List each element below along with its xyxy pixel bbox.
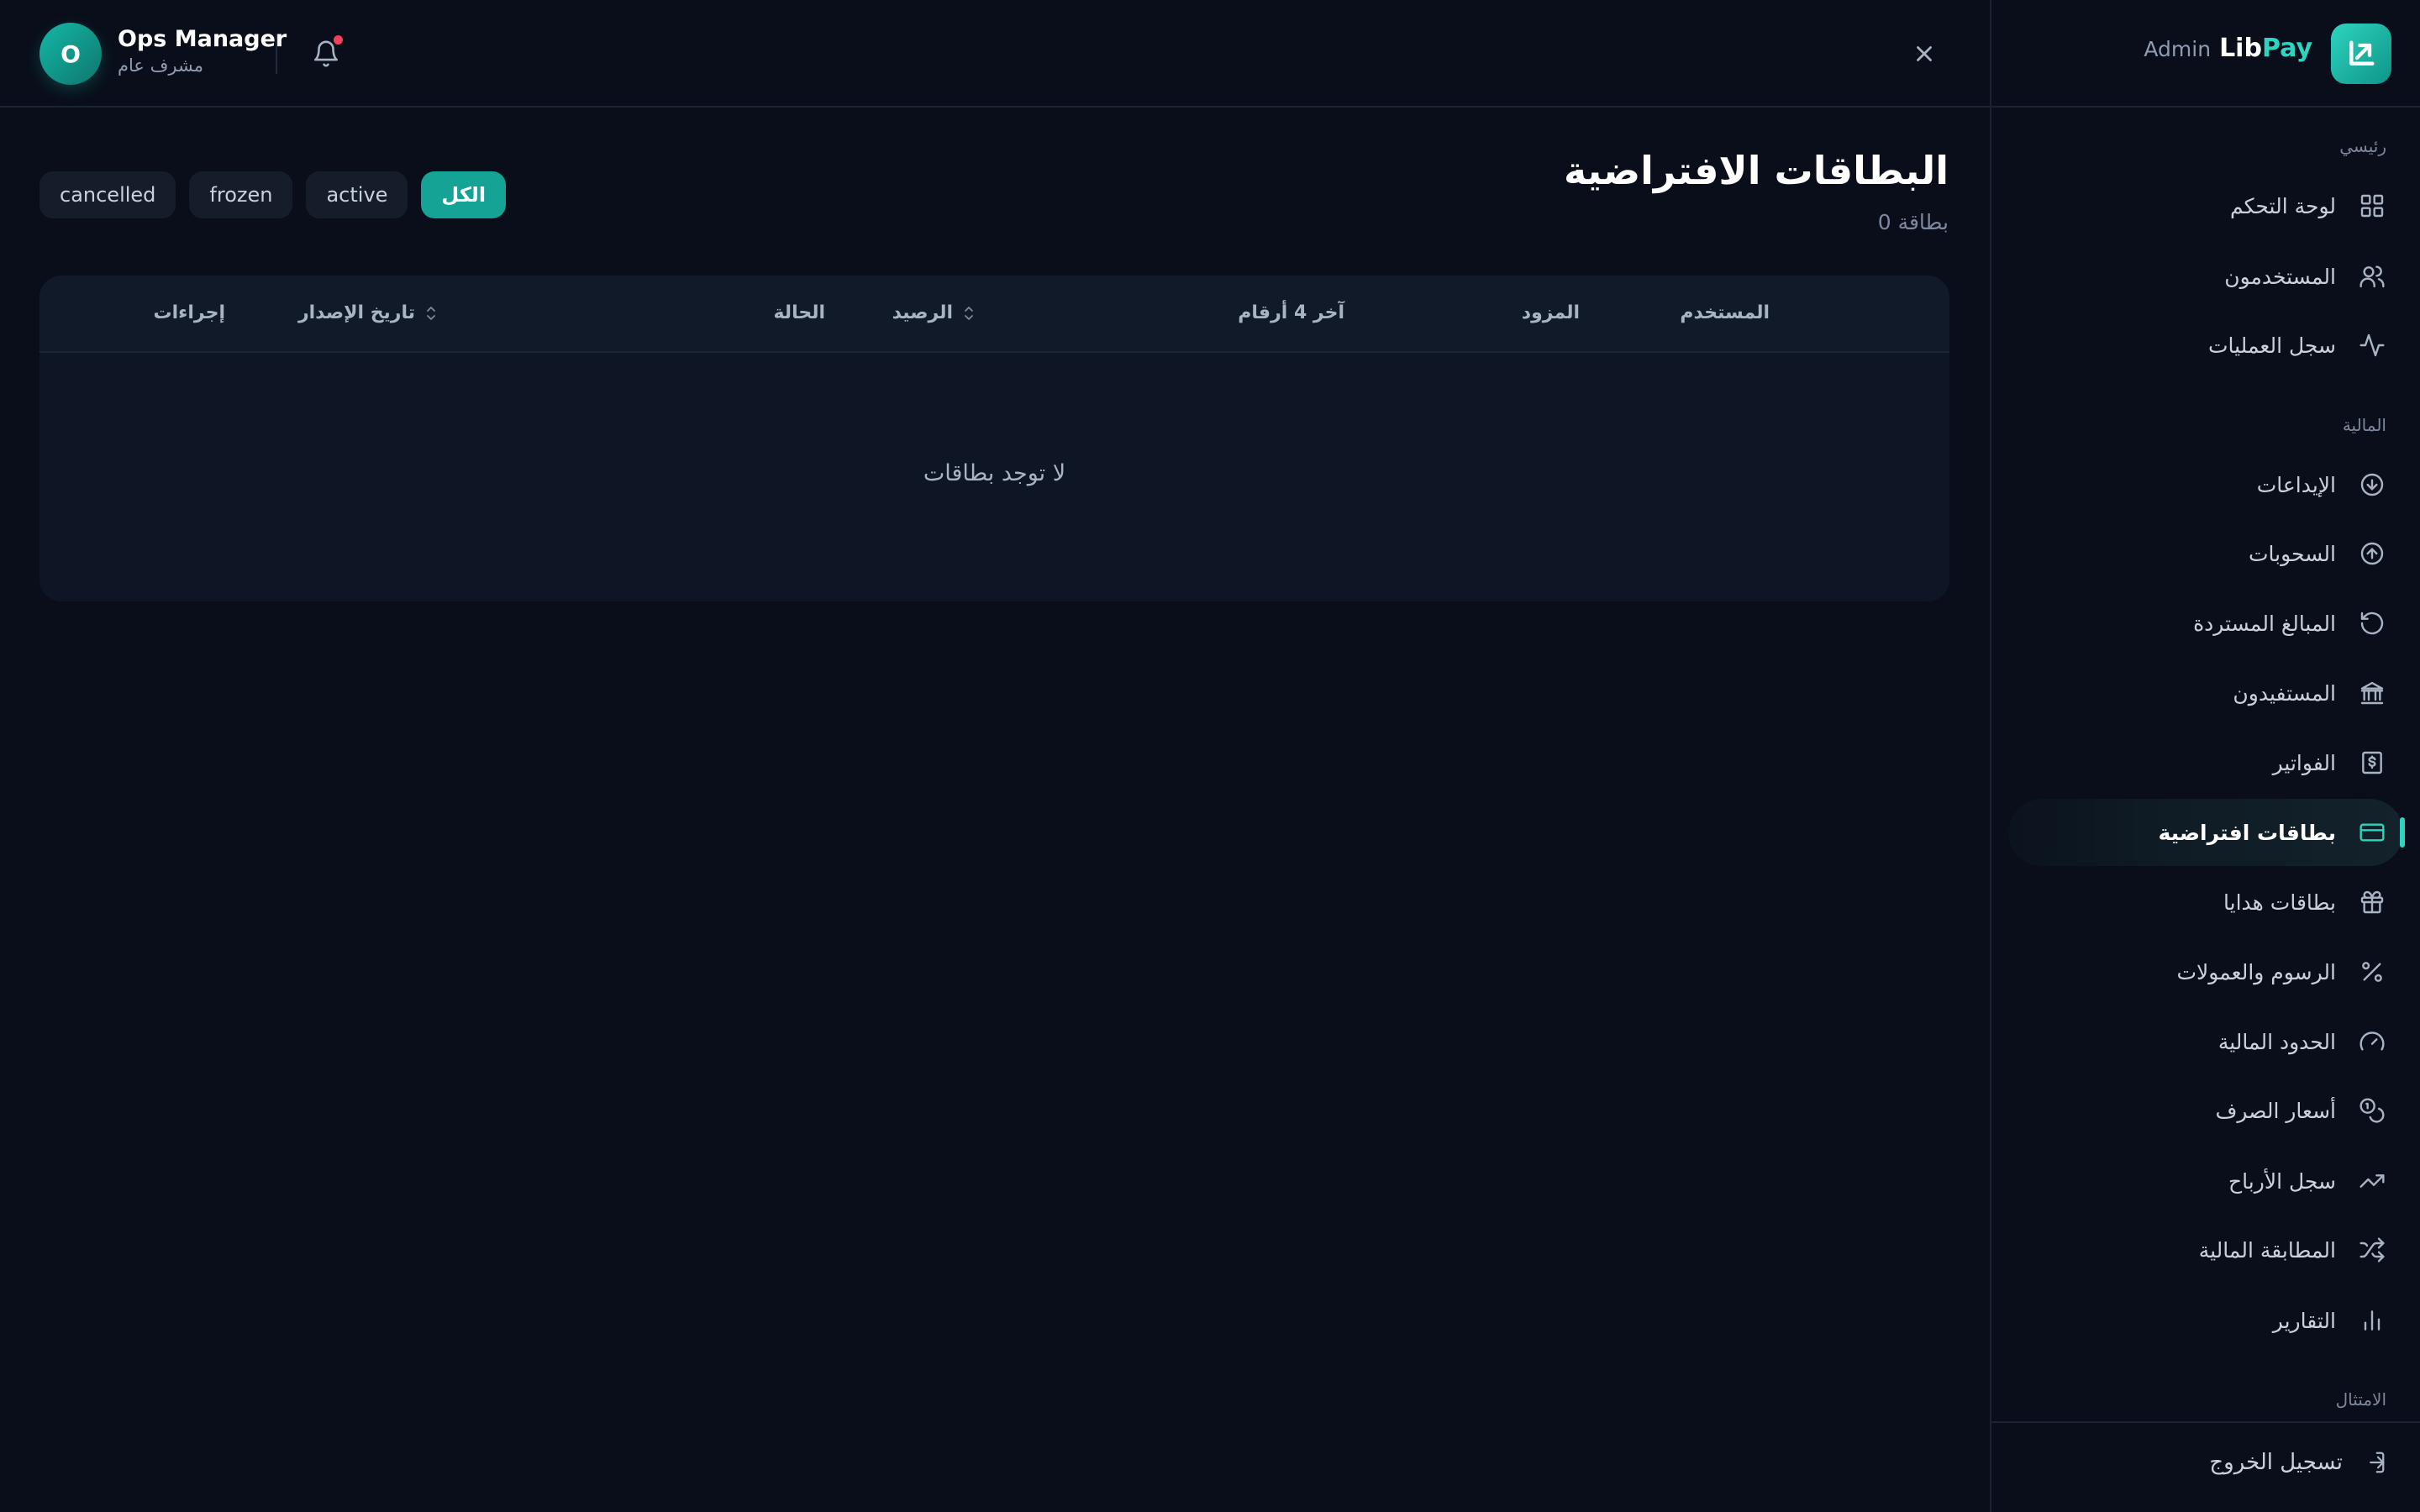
sidebar-item-label: الفواتير — [2272, 750, 2336, 775]
arrow-up-right-icon — [2349, 40, 2375, 66]
column-label: الرصيد — [892, 302, 953, 323]
sidebar-item-label: بطاقات افتراضية — [2158, 820, 2337, 845]
top-header: O Ops Manager مشرف عام — [0, 0, 1990, 108]
arrow-down-circle-icon — [2358, 470, 2386, 499]
trending-up-icon — [2358, 1167, 2386, 1195]
column-status: الحالة — [773, 302, 825, 323]
credit-card-icon — [2358, 818, 2386, 847]
sidebar-item-virtual-cards[interactable]: بطاقات افتراضية — [2008, 799, 2405, 866]
column-actions: إجراءات — [153, 302, 225, 323]
sidebar-item-fees[interactable]: الرسوم والعمولات — [2008, 938, 2403, 1005]
column-label: المستخدم — [1680, 302, 1770, 323]
sidebar-item-label: المطابقة المالية — [2198, 1237, 2336, 1263]
sidebar-footer: تسجيل الخروج — [1990, 1421, 2420, 1512]
bank-icon — [2358, 679, 2386, 707]
notifications-button[interactable] — [308, 35, 345, 72]
sidebar: Admin LibPay رئيسي لوحة التحكم المستخدمو… — [1990, 0, 2420, 1512]
sidebar-item-label: الإيداعات — [2256, 472, 2336, 497]
sidebar-item-label: أسعار الصرف — [2215, 1098, 2336, 1123]
sidebar-item-label: المستفيدون — [2233, 680, 2336, 706]
filter-cancelled[interactable]: cancelled — [39, 171, 176, 218]
filter-frozen[interactable]: frozen — [189, 171, 293, 218]
logout-label: تسجيل الخروج — [2209, 1450, 2343, 1475]
sidebar-item-activity-log[interactable]: سجل العمليات — [2008, 312, 2403, 379]
sidebar-item-reconciliation[interactable]: المطابقة المالية — [2008, 1216, 2403, 1284]
sidebar-item-profit-log[interactable]: سجل الأرباح — [2008, 1147, 2403, 1215]
header-divider — [276, 34, 277, 74]
brand-header: Admin LibPay — [1990, 0, 2420, 108]
log-out-icon — [2370, 1452, 2385, 1473]
card-count: 0 بطاقة — [1877, 210, 1949, 234]
coins-icon — [2358, 1096, 2386, 1125]
user-role: مشرف عام — [118, 55, 203, 76]
column-label: تاريخ الإصدار — [297, 302, 415, 323]
filter-all[interactable]: الكل — [421, 171, 507, 218]
shuffle-icon — [2358, 1236, 2386, 1264]
empty-state: لا توجد بطاقات — [923, 460, 1066, 486]
sidebar-item-beneficiaries[interactable]: المستفيدون — [2008, 659, 2403, 727]
sidebar-item-label: الحدود المالية — [2217, 1029, 2336, 1054]
sidebar-item-reports[interactable]: التقارير — [2008, 1287, 2403, 1354]
sidebar-item-refunds[interactable]: المبالغ المستردة — [2008, 590, 2403, 657]
sidebar-item-users[interactable]: المستخدمون — [2008, 243, 2403, 310]
column-label: الحالة — [773, 302, 825, 323]
sidebar-item-limits[interactable]: الحدود المالية — [2008, 1008, 2403, 1075]
column-issue-date[interactable]: تاريخ الإصدار — [298, 302, 437, 323]
grid-icon — [2358, 192, 2386, 220]
sidebar-item-invoices[interactable]: الفواتير — [2008, 729, 2403, 796]
notification-dot — [334, 35, 343, 45]
column-last-four: آخر 4 أرقام — [1238, 302, 1344, 323]
users-icon — [2358, 262, 2386, 291]
column-user: المستخدم — [1680, 302, 1770, 323]
column-label: إجراءات — [153, 302, 225, 323]
sort-icon — [963, 305, 975, 322]
status-filters: cancelled frozen active الكل — [39, 171, 507, 218]
nav-section-main: رئيسي — [2339, 136, 2386, 156]
gauge-icon — [2358, 1027, 2386, 1056]
rotate-ccw-icon — [2358, 609, 2386, 638]
activity-icon — [2358, 331, 2386, 360]
arrow-up-circle-icon — [2358, 539, 2386, 568]
brand-name: Admin LibPay — [2144, 34, 2312, 63]
column-provider: المزود — [1522, 302, 1580, 323]
sidebar-item-label: بطاقات هدايا — [2223, 890, 2336, 915]
column-label: المزود — [1521, 302, 1580, 323]
sidebar-item-dashboard[interactable]: لوحة التحكم — [2008, 172, 2403, 239]
avatar[interactable]: O — [39, 23, 102, 85]
sidebar-item-exchange-rates[interactable]: أسعار الصرف — [2008, 1077, 2403, 1144]
receipt-dollar-icon — [2358, 748, 2386, 777]
nav-section-finance: المالية — [2342, 415, 2386, 435]
nav-section-compliance: الامتثال — [2335, 1389, 2386, 1410]
brand-pay: Pay — [2261, 34, 2312, 63]
user-name: Ops Manager — [118, 26, 287, 52]
sidebar-item-gift-cards[interactable]: بطاقات هدايا — [2008, 869, 2403, 936]
sidebar-item-label: الرسوم والعمولات — [2176, 959, 2336, 984]
sidebar-item-label: سجل الأرباح — [2228, 1168, 2336, 1194]
column-label: آخر 4 أرقام — [1238, 302, 1344, 323]
brand-lib: Lib — [2219, 34, 2262, 63]
bar-chart-icon — [2358, 1306, 2386, 1335]
sidebar-item-label: السحوبات — [2248, 541, 2336, 566]
cards-table: المستخدم المزود آخر 4 أرقام الرصيد الحال… — [39, 276, 1949, 601]
sidebar-item-label: لوحة التحكم — [2229, 193, 2336, 218]
sidebar-item-label: التقارير — [2272, 1308, 2336, 1333]
sidebar-item-deposits[interactable]: الإيداعات — [2008, 451, 2403, 518]
brand-logo[interactable] — [2331, 24, 2391, 84]
sidebar-item-withdrawals[interactable]: السحوبات — [2008, 520, 2403, 587]
gift-icon — [2358, 888, 2386, 916]
percent-icon — [2358, 958, 2386, 986]
close-button[interactable] — [1907, 37, 1941, 71]
column-balance[interactable]: الرصيد — [892, 302, 975, 323]
page-title: البطاقات الافتراضية — [1564, 148, 1949, 193]
sidebar-item-label: سجل العمليات — [2207, 333, 2336, 358]
logout-button[interactable]: تسجيل الخروج — [2209, 1450, 2386, 1475]
sidebar-item-label: المستخدمون — [2224, 264, 2336, 289]
sort-icon — [425, 305, 437, 322]
filter-active[interactable]: active — [306, 171, 408, 218]
sidebar-item-label: المبالغ المستردة — [2193, 611, 2336, 636]
table-header: المستخدم المزود آخر 4 أرقام الرصيد الحال… — [39, 276, 1949, 353]
close-icon — [1917, 46, 1932, 61]
brand-admin: Admin — [2144, 37, 2212, 61]
